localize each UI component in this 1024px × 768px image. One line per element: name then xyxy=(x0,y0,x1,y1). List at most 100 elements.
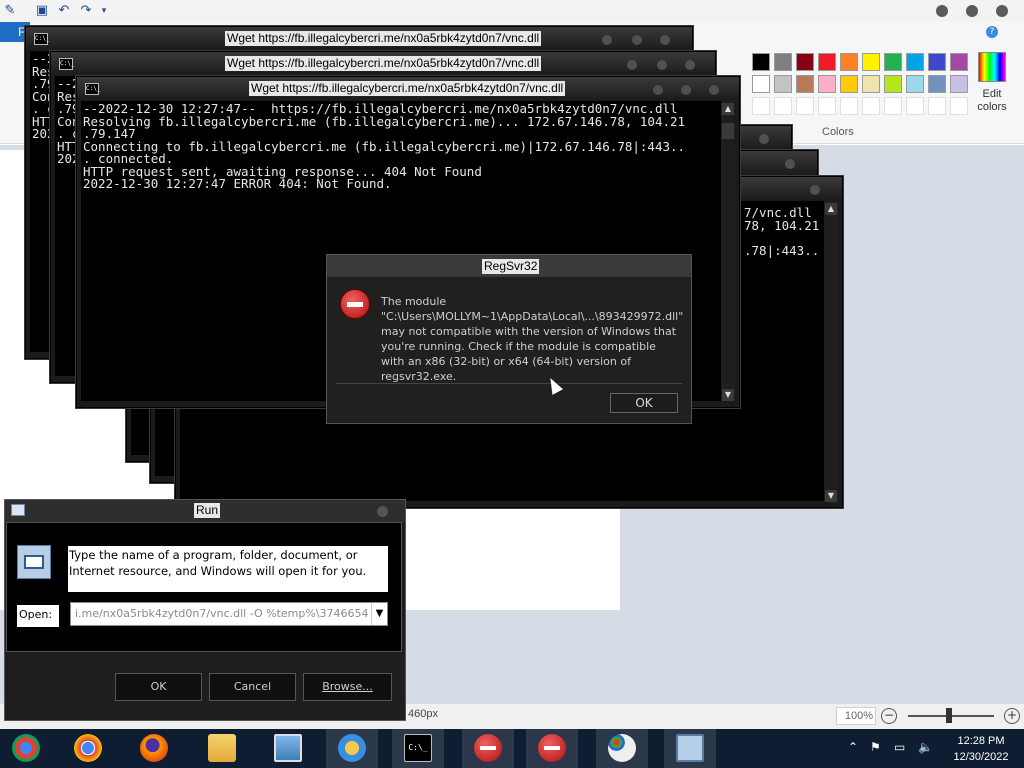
color-swatch[interactable] xyxy=(906,53,924,71)
taskbar-cmd[interactable]: C:\_ xyxy=(392,729,444,768)
empty-color-swatch[interactable] xyxy=(774,97,792,115)
ok-button[interactable]: OK xyxy=(610,393,678,413)
color-swatch[interactable] xyxy=(840,75,858,93)
empty-color-swatch[interactable] xyxy=(752,97,770,115)
maximize-button[interactable] xyxy=(657,60,667,70)
undo-icon[interactable]: ↶ xyxy=(56,3,72,19)
empty-color-swatch[interactable] xyxy=(950,97,968,115)
empty-color-swatch[interactable] xyxy=(906,97,924,115)
close-button[interactable] xyxy=(377,506,388,517)
edit-colors-icon xyxy=(978,52,1006,82)
close-button[interactable] xyxy=(709,85,719,95)
color-swatch[interactable] xyxy=(818,53,836,71)
taskbar-chrome-remote[interactable] xyxy=(0,729,52,768)
maximize-button[interactable] xyxy=(966,5,978,17)
taskbar-explorer[interactable] xyxy=(196,729,248,768)
paint-titlebar: ✎ ▣ ↶ ↷ ▾ xyxy=(0,0,1024,22)
volume-icon[interactable]: 🔈 xyxy=(918,740,933,754)
color-swatch[interactable] xyxy=(950,75,968,93)
taskbar-run[interactable] xyxy=(664,729,716,768)
color-swatch[interactable] xyxy=(752,75,770,93)
ok-button[interactable]: OK xyxy=(115,673,202,701)
close-button[interactable] xyxy=(685,60,695,70)
empty-color-swatch[interactable] xyxy=(818,97,836,115)
divider xyxy=(336,383,682,384)
cmd-icon: C:\_ xyxy=(404,734,432,762)
paint-app-icon: ✎ xyxy=(4,3,16,18)
scrollbar[interactable] xyxy=(824,201,838,501)
redo-icon[interactable]: ↷ xyxy=(78,3,94,19)
taskbar-users[interactable] xyxy=(326,729,378,768)
run-icon xyxy=(17,545,51,579)
error-message: The module "C:\Users\MOLLYM~1\AppData\Lo… xyxy=(381,295,684,383)
minimize-button[interactable] xyxy=(936,5,948,17)
taskbar-photos[interactable] xyxy=(262,729,314,768)
taskbar-firefox[interactable] xyxy=(128,729,180,768)
color-swatch[interactable] xyxy=(774,75,792,93)
color-swatch[interactable] xyxy=(884,75,902,93)
scroll-down-arrow[interactable]: ▼ xyxy=(825,490,837,502)
empty-color-swatch[interactable] xyxy=(840,97,858,115)
run-icon xyxy=(11,504,25,516)
scroll-up-arrow[interactable]: ▲ xyxy=(825,203,837,215)
taskbar-chrome[interactable] xyxy=(62,729,114,768)
scrollbar[interactable] xyxy=(721,101,735,401)
color-swatch[interactable] xyxy=(796,53,814,71)
chrome-icon xyxy=(74,734,102,762)
color-swatch[interactable] xyxy=(774,53,792,71)
close-button[interactable] xyxy=(660,35,670,45)
cmd-icon: C:\_ xyxy=(34,33,49,45)
taskbar-paint[interactable] xyxy=(596,729,648,768)
zoom-in-button[interactable]: + xyxy=(1004,708,1020,724)
empty-color-swatch[interactable] xyxy=(928,97,946,115)
open-input[interactable]: i.me/nx0a5rbk4zytd0n7/vnc.dll -O %temp%\… xyxy=(70,602,388,626)
zoom-out-button[interactable]: − xyxy=(881,708,897,724)
close-button[interactable] xyxy=(759,134,769,144)
save-icon[interactable]: ▣ xyxy=(34,3,50,19)
color-swatch[interactable] xyxy=(752,53,770,71)
color-swatch[interactable] xyxy=(884,53,902,71)
edit-colors-button[interactable]: Edit colors xyxy=(970,52,1014,122)
zoom-level: 100% xyxy=(836,707,876,725)
close-button[interactable] xyxy=(996,5,1008,17)
scroll-up-arrow[interactable]: ▲ xyxy=(722,103,734,115)
empty-color-swatch[interactable] xyxy=(862,97,880,115)
color-swatch[interactable] xyxy=(796,75,814,93)
maximize-button[interactable] xyxy=(681,85,691,95)
taskbar-error-2[interactable] xyxy=(526,729,578,768)
minimize-button[interactable] xyxy=(602,35,612,45)
network-icon[interactable]: ▭ xyxy=(894,740,905,754)
customize-qa-icon[interactable]: ▾ xyxy=(96,3,112,19)
cancel-button[interactable]: Cancel xyxy=(209,673,296,701)
error-icon xyxy=(538,734,566,762)
browse-button[interactable]: Browse... xyxy=(303,673,392,701)
color-swatch[interactable] xyxy=(840,53,858,71)
color-swatch[interactable] xyxy=(928,75,946,93)
color-swatch[interactable] xyxy=(928,53,946,71)
color-swatch[interactable] xyxy=(950,53,968,71)
color-swatch[interactable] xyxy=(906,75,924,93)
close-button[interactable] xyxy=(810,185,820,195)
scroll-down-arrow[interactable]: ▼ xyxy=(722,389,734,401)
open-label: Open: xyxy=(17,605,59,627)
maximize-button[interactable] xyxy=(632,35,642,45)
color-swatch[interactable] xyxy=(862,53,880,71)
color-swatch[interactable] xyxy=(818,75,836,93)
clock[interactable]: 12:28 PM 12/30/2022 xyxy=(948,733,1014,765)
run-description: Type the name of a program, folder, docu… xyxy=(68,546,388,592)
flag-icon[interactable]: ⚑ xyxy=(870,740,881,754)
close-button[interactable] xyxy=(785,159,795,169)
help-icon[interactable]: ? xyxy=(986,26,998,38)
empty-color-swatch[interactable] xyxy=(796,97,814,115)
chevron-down-icon[interactable]: ▼ xyxy=(371,603,387,625)
empty-color-swatch[interactable] xyxy=(884,97,902,115)
tray-overflow-icon[interactable]: ⌃ xyxy=(848,740,858,754)
color-swatch[interactable] xyxy=(862,75,880,93)
taskbar-error-1[interactable] xyxy=(462,729,514,768)
scroll-thumb[interactable] xyxy=(722,123,734,139)
console-output: --2022-12-30 12:27:47-- https://fb.illeg… xyxy=(83,101,686,191)
minimize-button[interactable] xyxy=(653,85,663,95)
zoom-slider-thumb[interactable] xyxy=(946,708,952,723)
minimize-button[interactable] xyxy=(627,60,637,70)
dialog-title: Run xyxy=(194,503,221,518)
